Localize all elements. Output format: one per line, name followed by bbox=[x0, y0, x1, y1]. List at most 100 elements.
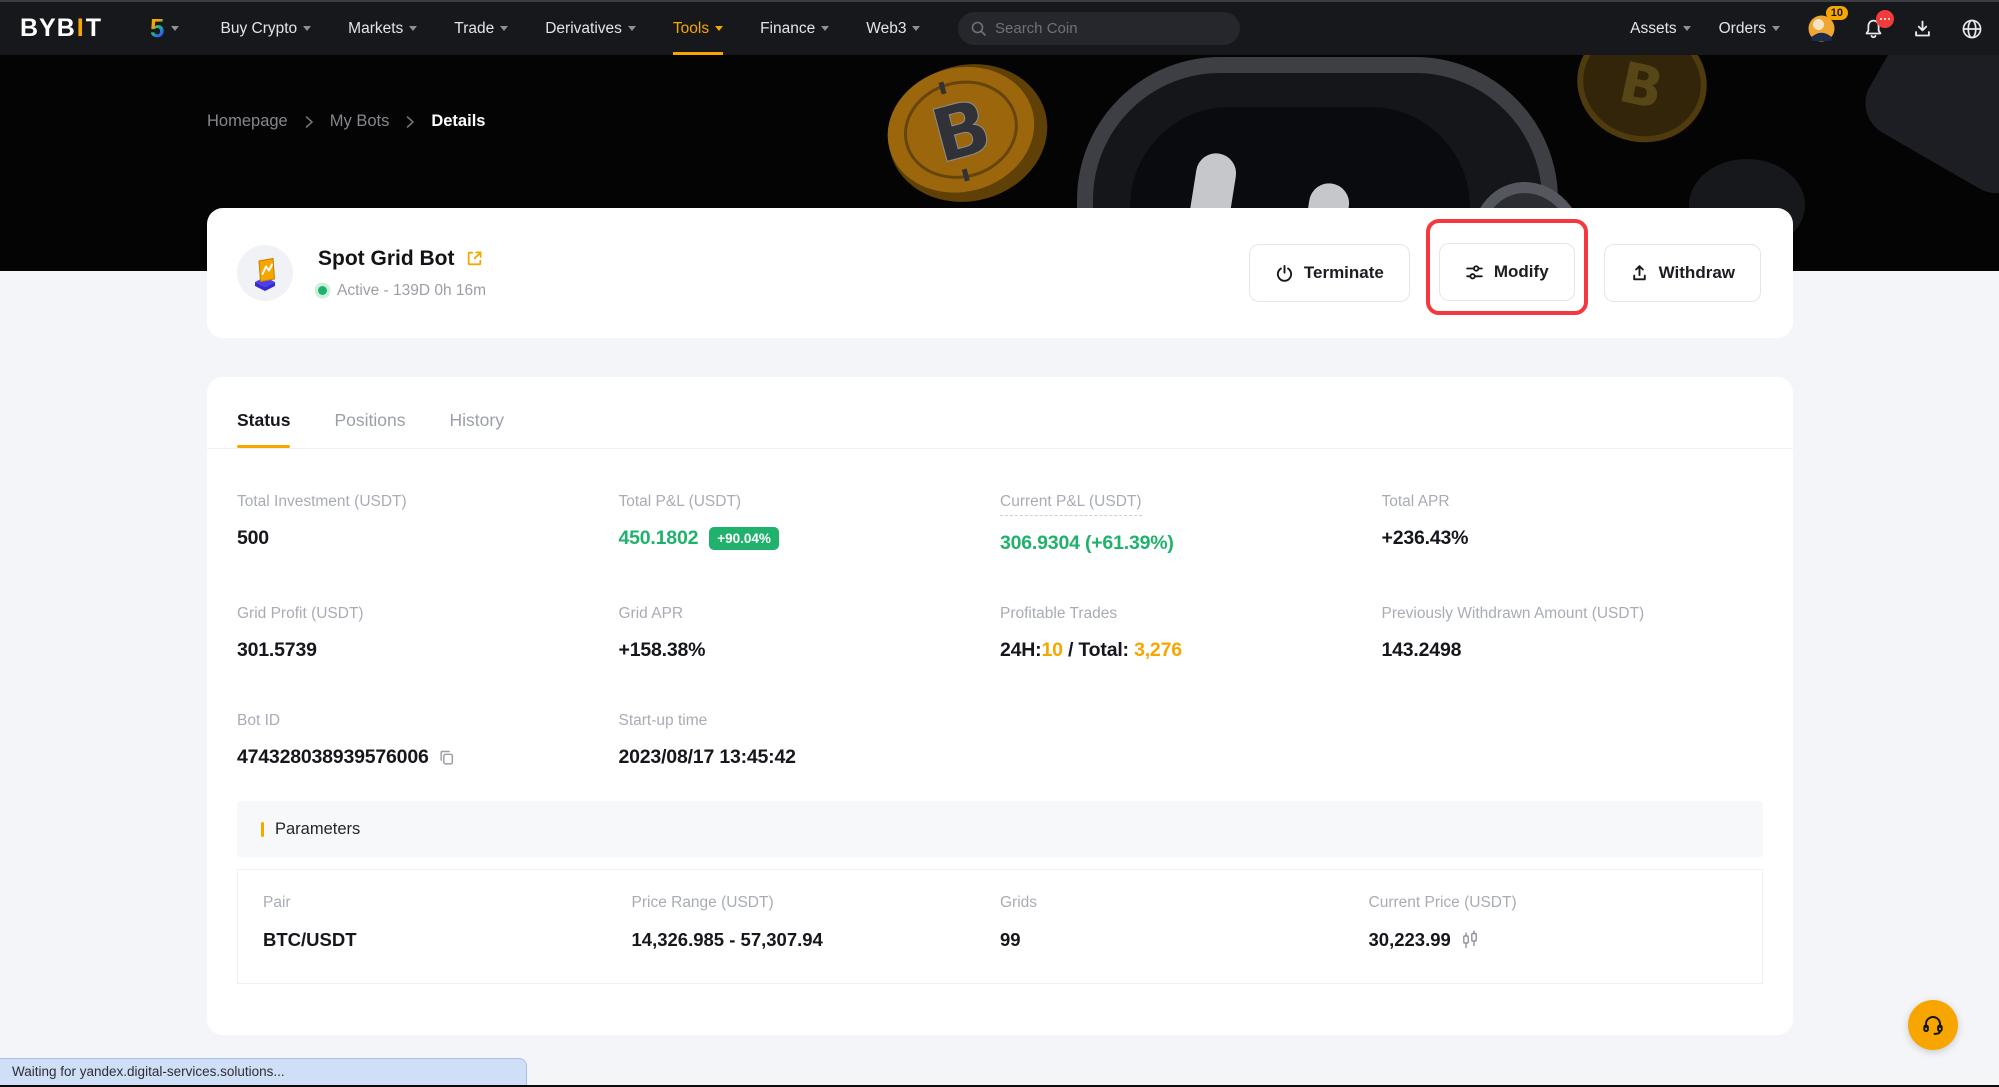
copy-bot-id-button[interactable] bbox=[438, 749, 455, 766]
param-value: 30,223.99 bbox=[1369, 929, 1738, 951]
param-value: 99 bbox=[1000, 929, 1369, 951]
tab-history[interactable]: History bbox=[450, 410, 504, 448]
stat-total-apr: Total APR +236.43% bbox=[1382, 493, 1764, 555]
nav-item-label: Assets bbox=[1630, 20, 1677, 38]
stat-label-with-tooltip: Current P&L (USDT) bbox=[1000, 493, 1142, 516]
anniversary-5-menu[interactable]: 5 bbox=[150, 13, 178, 44]
param-label: Price Range (USDT) bbox=[632, 894, 1001, 912]
nav-item-web3[interactable]: Web3 bbox=[866, 2, 920, 55]
breadcrumb-homepage[interactable]: Homepage bbox=[207, 112, 288, 131]
stats-grid: Total Investment (USDT) 500 Total P&L (U… bbox=[207, 449, 1793, 769]
modify-button[interactable]: Modify bbox=[1439, 243, 1575, 301]
chevron-down-icon bbox=[409, 26, 417, 31]
breadcrumb-details: Details bbox=[431, 112, 485, 131]
param-pair: Pair BTC/USDT bbox=[263, 894, 632, 951]
chevron-down-icon bbox=[171, 26, 179, 31]
stat-label: Previously Withdrawn Amount (USDT) bbox=[1382, 605, 1764, 623]
pnl-percent-badge: +90.04% bbox=[709, 527, 779, 550]
logo-text: BYB bbox=[20, 14, 76, 43]
trades-24h-value: 10 bbox=[1041, 639, 1062, 662]
chevron-down-icon bbox=[912, 26, 920, 31]
stat-previously-withdrawn: Previously Withdrawn Amount (USDT) 143.2… bbox=[1382, 605, 1764, 662]
tab-positions[interactable]: Positions bbox=[334, 410, 405, 448]
param-label: Pair bbox=[263, 894, 632, 912]
nav-item-label: Orders bbox=[1719, 20, 1766, 38]
stat-label: Total Investment (USDT) bbox=[237, 493, 619, 511]
sliders-icon bbox=[1465, 263, 1484, 282]
stat-value: +158.38% bbox=[619, 639, 1001, 662]
external-link-icon[interactable] bbox=[465, 249, 484, 268]
tab-status[interactable]: Status bbox=[237, 410, 290, 448]
breadcrumb-my-bots[interactable]: My Bots bbox=[330, 112, 390, 131]
window-top-edge bbox=[0, 0, 1999, 2]
nav-item-markets[interactable]: Markets bbox=[348, 2, 417, 55]
parameters-header: Parameters bbox=[237, 801, 1763, 857]
param-price-range: Price Range (USDT) 14,326.985 - 57,307.9… bbox=[632, 894, 1001, 951]
chevron-down-icon bbox=[303, 26, 311, 31]
anniversary-5-icon: 5 bbox=[150, 13, 164, 44]
chevron-down-icon bbox=[500, 26, 508, 31]
bot-title-block: Spot Grid Bot Active - 139D 0h 16m bbox=[318, 247, 486, 300]
nav-item-derivatives[interactable]: Derivatives bbox=[545, 2, 636, 55]
top-navbar: BYBIT 5 Buy Crypto Markets Trade Derivat… bbox=[0, 2, 1999, 55]
stat-value: 301.5739 bbox=[237, 639, 619, 662]
nav-item-assets[interactable]: Assets bbox=[1630, 2, 1691, 55]
bot-actions: Terminate Modify Withdraw bbox=[1249, 231, 1761, 315]
download-app-button[interactable] bbox=[1912, 18, 1933, 39]
trades-24h-prefix: 24H: bbox=[1000, 639, 1041, 662]
navbar-right: Assets Orders 10 bbox=[1630, 2, 1983, 55]
stat-label: Grid APR bbox=[619, 605, 1001, 623]
nav-item-trade[interactable]: Trade bbox=[454, 2, 508, 55]
coin-search[interactable] bbox=[958, 12, 1240, 45]
power-icon bbox=[1275, 264, 1294, 283]
headset-icon bbox=[1920, 1012, 1946, 1038]
stat-value: 2023/08/17 13:45:42 bbox=[619, 746, 1001, 769]
nav-item-finance[interactable]: Finance bbox=[760, 2, 829, 55]
nav-item-tools[interactable]: Tools bbox=[673, 2, 723, 55]
stat-value: 306.9304 (+61.39%) bbox=[1000, 532, 1382, 555]
stat-label: Bot ID bbox=[237, 712, 619, 730]
open-chart-button[interactable] bbox=[1460, 929, 1480, 951]
bybit-logo[interactable]: BYBIT bbox=[20, 14, 102, 43]
param-label: Grids bbox=[1000, 894, 1369, 912]
current-price-value: 30,223.99 bbox=[1369, 929, 1451, 951]
stat-profitable-trades: Profitable Trades 24H: 10 / Total: 3,276 bbox=[1000, 605, 1382, 662]
param-value: BTC/USDT bbox=[263, 929, 632, 951]
trades-total-value: 3,276 bbox=[1134, 639, 1182, 662]
notifications-button[interactable] bbox=[1863, 18, 1884, 39]
stat-current-pnl: Current P&L (USDT) 306.9304 (+61.39%) bbox=[1000, 493, 1382, 555]
stat-grid-profit: Grid Profit (USDT) 301.5739 bbox=[237, 605, 619, 662]
param-value: 14,326.985 - 57,307.94 bbox=[632, 929, 1001, 951]
trades-separator: / Total: bbox=[1063, 639, 1134, 662]
withdraw-button[interactable]: Withdraw bbox=[1604, 244, 1761, 302]
param-current-price: Current Price (USDT) 30,223.99 bbox=[1369, 894, 1738, 951]
parameters-body: Pair BTC/USDT Price Range (USDT) 14,326.… bbox=[237, 869, 1763, 984]
nav-item-label: Finance bbox=[760, 20, 815, 38]
stat-value: +236.43% bbox=[1382, 527, 1764, 550]
nav-item-label: Buy Crypto bbox=[221, 20, 298, 38]
withdraw-label: Withdraw bbox=[1659, 263, 1735, 283]
language-button[interactable] bbox=[1961, 18, 1983, 40]
stat-bot-id: Bot ID 474328038939576006 bbox=[237, 712, 619, 769]
stat-grid-apr: Grid APR +158.38% bbox=[619, 605, 1001, 662]
account-avatar[interactable]: 10 bbox=[1808, 15, 1835, 42]
chevron-down-icon bbox=[1683, 26, 1691, 31]
bot-identity: Spot Grid Bot Active - 139D 0h 16m bbox=[237, 245, 486, 301]
avatar-notification-badge: 10 bbox=[1826, 6, 1848, 20]
search-input[interactable] bbox=[995, 20, 1228, 37]
stat-label: Profitable Trades bbox=[1000, 605, 1382, 623]
main-menu: Buy Crypto Markets Trade Derivatives Too… bbox=[221, 2, 921, 55]
stat-value: 474328038939576006 bbox=[237, 746, 619, 769]
stat-label: Total P&L (USDT) bbox=[619, 493, 1001, 511]
terminate-button[interactable]: Terminate bbox=[1249, 244, 1410, 302]
terminate-label: Terminate bbox=[1304, 263, 1384, 283]
nav-item-buy-crypto[interactable]: Buy Crypto bbox=[221, 2, 312, 55]
notification-dot-badge bbox=[1876, 10, 1894, 28]
nav-item-orders[interactable]: Orders bbox=[1719, 2, 1780, 55]
stat-value: 450.1802 +90.04% bbox=[619, 527, 1001, 550]
browser-status-bubble: Waiting for yandex.digital-services.solu… bbox=[0, 1058, 527, 1085]
stat-startup-time: Start-up time 2023/08/17 13:45:42 bbox=[619, 712, 1001, 769]
bot-id-value: 474328038939576006 bbox=[237, 746, 429, 769]
customer-support-button[interactable] bbox=[1908, 1000, 1958, 1050]
nav-item-label: Markets bbox=[348, 20, 403, 38]
